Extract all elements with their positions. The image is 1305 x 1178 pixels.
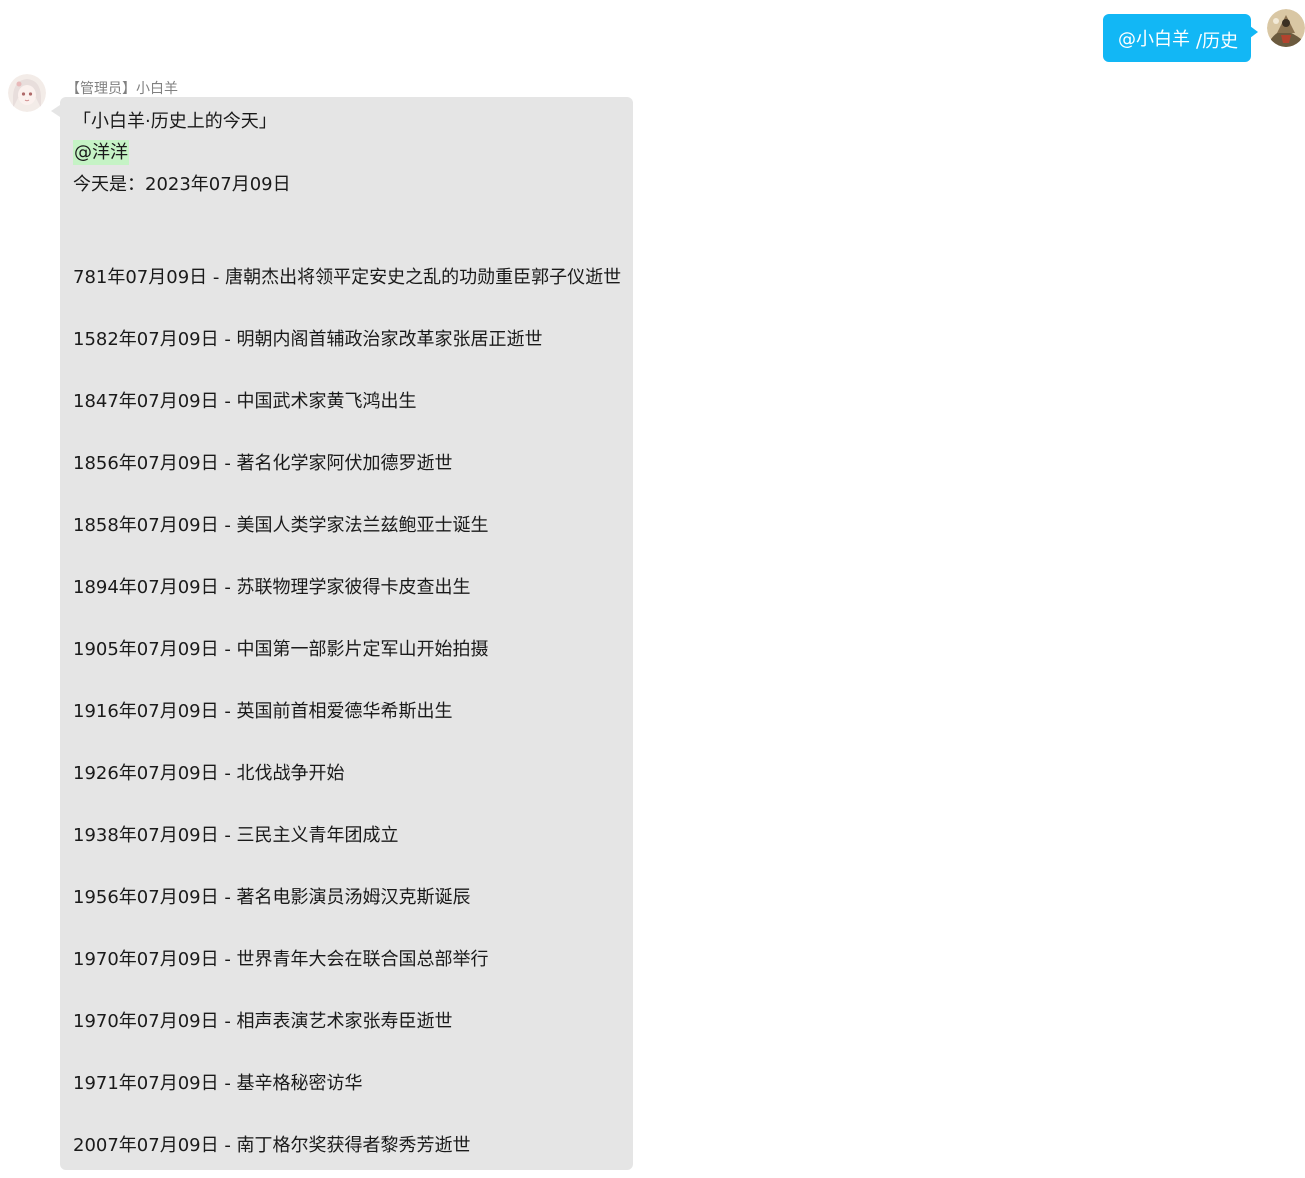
event-item: 1856年07月09日 - 著名化学家阿伏加德罗逝世: [73, 453, 453, 474]
outgoing-bubble-tail: [1250, 26, 1258, 38]
event-item: 1894年07月09日 - 苏联物理学家彼得卡皮查出生: [73, 577, 471, 598]
outgoing-command: /历史: [1196, 31, 1239, 52]
event-item: 1970年07月09日 - 世界青年大会在联合国总部举行: [73, 949, 489, 970]
event-item: 1858年07月09日 - 美国人类学家法兰兹鲍亚士诞生: [73, 515, 489, 536]
outgoing-message-bubble[interactable]: @小白羊 /历史: [1103, 14, 1252, 62]
incoming-bubble-tail: [51, 105, 60, 117]
event-item: 1956年07月09日 - 著名电影演员汤姆汉克斯诞辰: [73, 887, 471, 908]
event-item: 1905年07月09日 - 中国第一部影片定军山开始拍摄: [73, 639, 489, 660]
event-item: 1916年07月09日 - 英国前首相爱德华希斯出生: [73, 701, 453, 722]
user-avatar-image: [1267, 9, 1305, 47]
event-item: 1847年07月09日 - 中国武术家黄飞鸿出生: [73, 391, 417, 412]
chat-window: @小白羊 /历史 【管理员】小白羊 「小白羊·历史上的今天」 @洋洋 今天是：2…: [0, 0, 1305, 1178]
message-title: 「小白羊·历史上的今天」: [73, 111, 277, 132]
event-item: 1971年07月09日 - 基辛格秘密访华: [73, 1073, 363, 1094]
sender-name: 【管理员】小白羊: [66, 81, 178, 97]
event-item: 1938年07月09日 - 三民主义青年团成立: [73, 825, 399, 846]
message-mention-line: @洋洋: [73, 140, 129, 165]
event-item: 781年07月09日 - 唐朝杰出将领平定安史之乱的功勋重臣郭子仪逝世: [73, 267, 622, 288]
sender-avatar[interactable]: [8, 74, 46, 112]
event-item: 1582年07月09日 - 明朝内阁首辅政治家改革家张居正逝世: [73, 329, 543, 350]
outgoing-mention[interactable]: @小白羊: [1118, 25, 1190, 51]
user-avatar[interactable]: [1267, 9, 1305, 47]
event-item: 2007年07月09日 - 南丁格尔奖获得者黎秀芳逝世: [73, 1135, 471, 1156]
sender-avatar-image: [8, 74, 46, 112]
incoming-message-bubble[interactable]: 「小白羊·历史上的今天」 @洋洋 今天是：2023年07月09日 781年07月…: [60, 97, 633, 1170]
event-item: 1970年07月09日 - 相声表演艺术家张寿臣逝世: [73, 1011, 453, 1032]
mention-tag[interactable]: @洋洋: [73, 140, 129, 165]
event-item: 1926年07月09日 - 北伐战争开始: [73, 763, 345, 784]
today-date: 今天是：2023年07月09日: [73, 174, 291, 195]
